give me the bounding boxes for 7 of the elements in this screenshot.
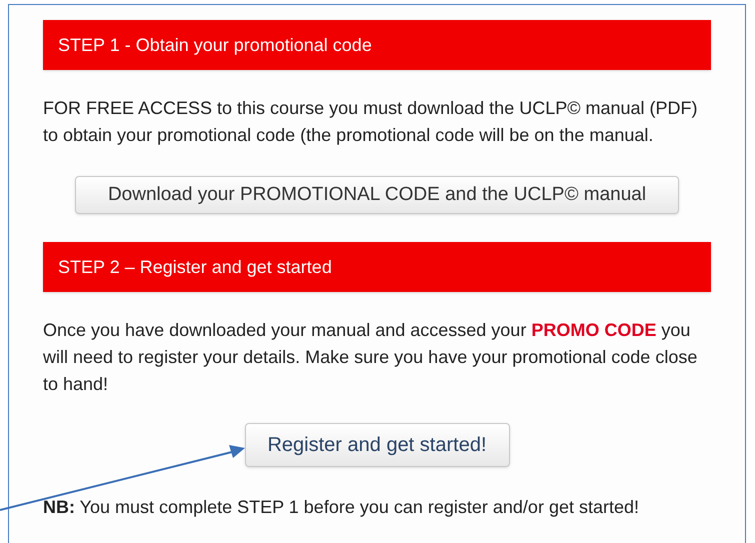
step-paragraph: FOR FREE ACCESS to this course you must download the UCLP© manual (PDF) to obtain your promotional code (the promotional code will be on the manual.	[43, 97, 699, 147]
step-paragraph: Once you have downloaded your manual and accessed your PROMO CODE you will need to register your details. Make sure you have your promotional code close to hand!	[43, 319, 698, 396]
register-button[interactable]: Register and get started!	[244, 423, 510, 467]
note-text: NB: You must complete STEP 1 before you can register and/or get started!	[43, 497, 640, 517]
download-button[interactable]: Download your PROMOTIONAL CODE and the UCLP© manual	[75, 176, 679, 214]
step-heading: STEP 2 – Register and get started	[43, 242, 711, 292]
step-heading: STEP 1 - Obtain your promotional code	[43, 20, 711, 70]
